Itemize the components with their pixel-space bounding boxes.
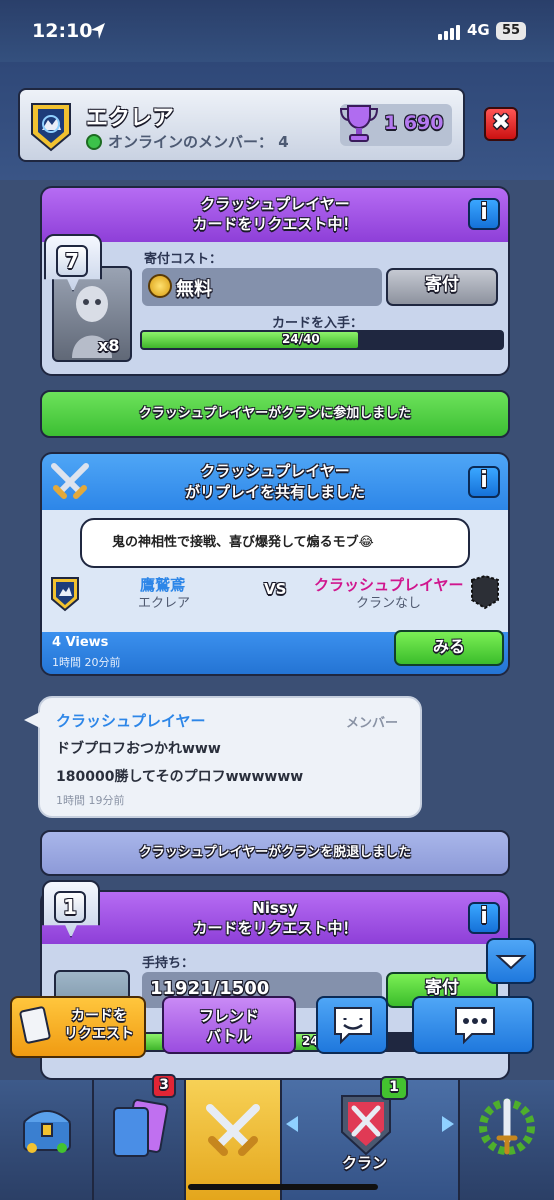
- replay-status: がリプレイを共有しました: [184, 483, 365, 501]
- player2-clan: クランなし: [356, 596, 422, 611]
- chat-bubble-icon: [455, 1007, 495, 1045]
- chat-time: 1時間 19分前: [56, 794, 125, 807]
- location-icon: [90, 22, 106, 44]
- card-count: x8: [98, 336, 120, 355]
- clan-tab-label: クラン: [342, 1154, 388, 1172]
- replay-comment: 鬼の神相性で接戦、喜び爆発して煽るモブ😂: [112, 535, 374, 550]
- tab-shop[interactable]: [0, 1080, 92, 1200]
- card-request-panel: クラッシュプレイヤー カードをリクエスト中！ i x8 寄付コスト： 無料 寄付…: [40, 186, 510, 376]
- donate-button[interactable]: 寄付: [386, 268, 498, 306]
- chat-button[interactable]: [412, 996, 534, 1054]
- bottom-nav: 3 1 クラン: [0, 1074, 554, 1200]
- network-type: 4G: [467, 21, 490, 39]
- chevron-right-icon: [442, 1116, 454, 1132]
- chat-role: メンバー: [346, 716, 399, 731]
- chat-message: クラッシュプレイヤー メンバー ドブプロフおつかれwww 180000勝してその…: [38, 696, 422, 818]
- request-body: x8 寄付コスト： 無料 寄付 カードを入手： 24/40: [42, 242, 508, 374]
- request-player-name: クラッシュプレイヤー: [200, 195, 350, 213]
- progress-bar: 24/40: [140, 330, 504, 350]
- status-time: 12:10: [32, 20, 93, 42]
- replay-footer: 4 Views 1時間 20分前 みる: [42, 630, 508, 674]
- donate-cost-label: 寄付コスト：: [144, 252, 223, 267]
- request-header: クラッシュプレイヤー カードをリクエスト中！ i: [42, 188, 508, 242]
- request2-header: Nissy カードをリクエスト中！ i: [42, 892, 508, 944]
- vs-label: VS: [264, 580, 287, 598]
- watch-button[interactable]: みる: [394, 630, 504, 666]
- left-banner-text: クラッシュプレイヤーがクランを脱退しました: [138, 845, 412, 860]
- card-icon: [18, 1005, 52, 1045]
- cost-box: 無料: [142, 268, 382, 306]
- progress-label: カードを入手：: [272, 316, 364, 331]
- replay-views: 4 Views: [52, 635, 109, 650]
- home-indicator: [188, 1184, 378, 1190]
- progress-fill: [142, 332, 358, 348]
- trophy-icon: [336, 100, 382, 146]
- joined-banner-text: クラッシュプレイヤーがクランに参加しました: [138, 406, 412, 421]
- crossed-swords-icon: [206, 1104, 260, 1156]
- level-number: 7: [56, 245, 88, 277]
- tab-battle[interactable]: [186, 1080, 280, 1200]
- player1-clan: エクレア: [138, 596, 191, 611]
- clan-name: エクレア: [86, 106, 175, 131]
- cards-deck-icon: [113, 1099, 169, 1157]
- joined-banner: クラッシュプレイヤーがクランに参加しました: [40, 390, 510, 438]
- level-number-2: 1: [54, 891, 86, 923]
- battery-icon: 55: [496, 22, 526, 40]
- request2-status: カードをリクエスト中！: [192, 919, 358, 937]
- emote-button[interactable]: [316, 996, 388, 1054]
- signal-icon: [438, 25, 460, 40]
- chat-tail: [24, 712, 40, 728]
- replay-panel: クラッシュプレイヤー がリプレイを共有しました i 鬼の神相性で接戦、喜び爆発し…: [40, 452, 510, 676]
- friend-battle-line2: バトル: [206, 1027, 252, 1045]
- clan-header[interactable]: エクレア オンラインのメンバー： 4 1 690: [18, 88, 465, 162]
- replay-time: 1時間 20分前: [52, 656, 121, 669]
- tab-clan[interactable]: 1 クラン: [282, 1076, 458, 1200]
- card-image: x8: [52, 266, 132, 362]
- left-banner: クラッシュプレイヤーがクランを脱退しました: [40, 830, 510, 876]
- online-status-icon: [86, 134, 102, 150]
- info-button[interactable]: i: [468, 466, 500, 498]
- close-button[interactable]: ✖: [484, 107, 518, 141]
- replay-comment-bubble: 鬼の神相性で接戦、喜び爆発して煽るモブ😂: [80, 518, 470, 568]
- clan-badge-icon: [28, 100, 74, 152]
- scroll-down-button[interactable]: [486, 938, 536, 984]
- emote-icon: [334, 1007, 372, 1045]
- no-clan-icon: [470, 574, 500, 614]
- tab-cards[interactable]: 3: [94, 1074, 184, 1200]
- hand-label: 手持ち：: [142, 956, 195, 971]
- cost-value: 無料: [176, 279, 212, 300]
- request-card-label: カードを リクエスト: [64, 1008, 134, 1042]
- online-members: オンラインのメンバー： 4: [108, 133, 289, 151]
- chat-line-2: 180000勝してそのプロフwwwwww: [56, 769, 304, 785]
- request2-player-name: Nissy: [252, 899, 298, 917]
- chevron-left-icon: [286, 1116, 298, 1132]
- clan-badge-icon: [50, 576, 80, 616]
- info-button[interactable]: i: [468, 198, 500, 230]
- tab-events[interactable]: [460, 1080, 554, 1200]
- gold-coin-icon: [148, 274, 172, 298]
- request-card-button[interactable]: カードを リクエスト: [10, 996, 146, 1058]
- friend-battle-line1: フレンド: [198, 1007, 259, 1025]
- friend-battle-button[interactable]: フレンド バトル: [162, 996, 296, 1054]
- chevron-down-icon: [495, 955, 527, 970]
- replay-player: クラッシュプレイヤー: [200, 462, 350, 480]
- trophy-count: 1 690: [384, 112, 444, 134]
- info-button[interactable]: i: [468, 902, 500, 934]
- request-status: カードをリクエスト中！: [192, 215, 358, 233]
- clan-badge-count: 1: [380, 1076, 408, 1100]
- chat-line-1: ドブプロフおつかれwww: [56, 741, 221, 757]
- chat-sender[interactable]: クラッシュプレイヤー: [56, 710, 206, 731]
- cards-badge: 3: [152, 1074, 176, 1098]
- replay-header: クラッシュプレイヤー がリプレイを共有しました i: [42, 454, 508, 510]
- progress-text: 24/40: [282, 332, 320, 346]
- treasure-chest-icon: [23, 1110, 71, 1153]
- laurel-sword-icon: [479, 1098, 535, 1155]
- replay-body: 鬼の神相性で接戦、喜び爆発して煽るモブ😂 鷹鷲鳶 エクレア VS クラッシュプレ…: [42, 510, 508, 632]
